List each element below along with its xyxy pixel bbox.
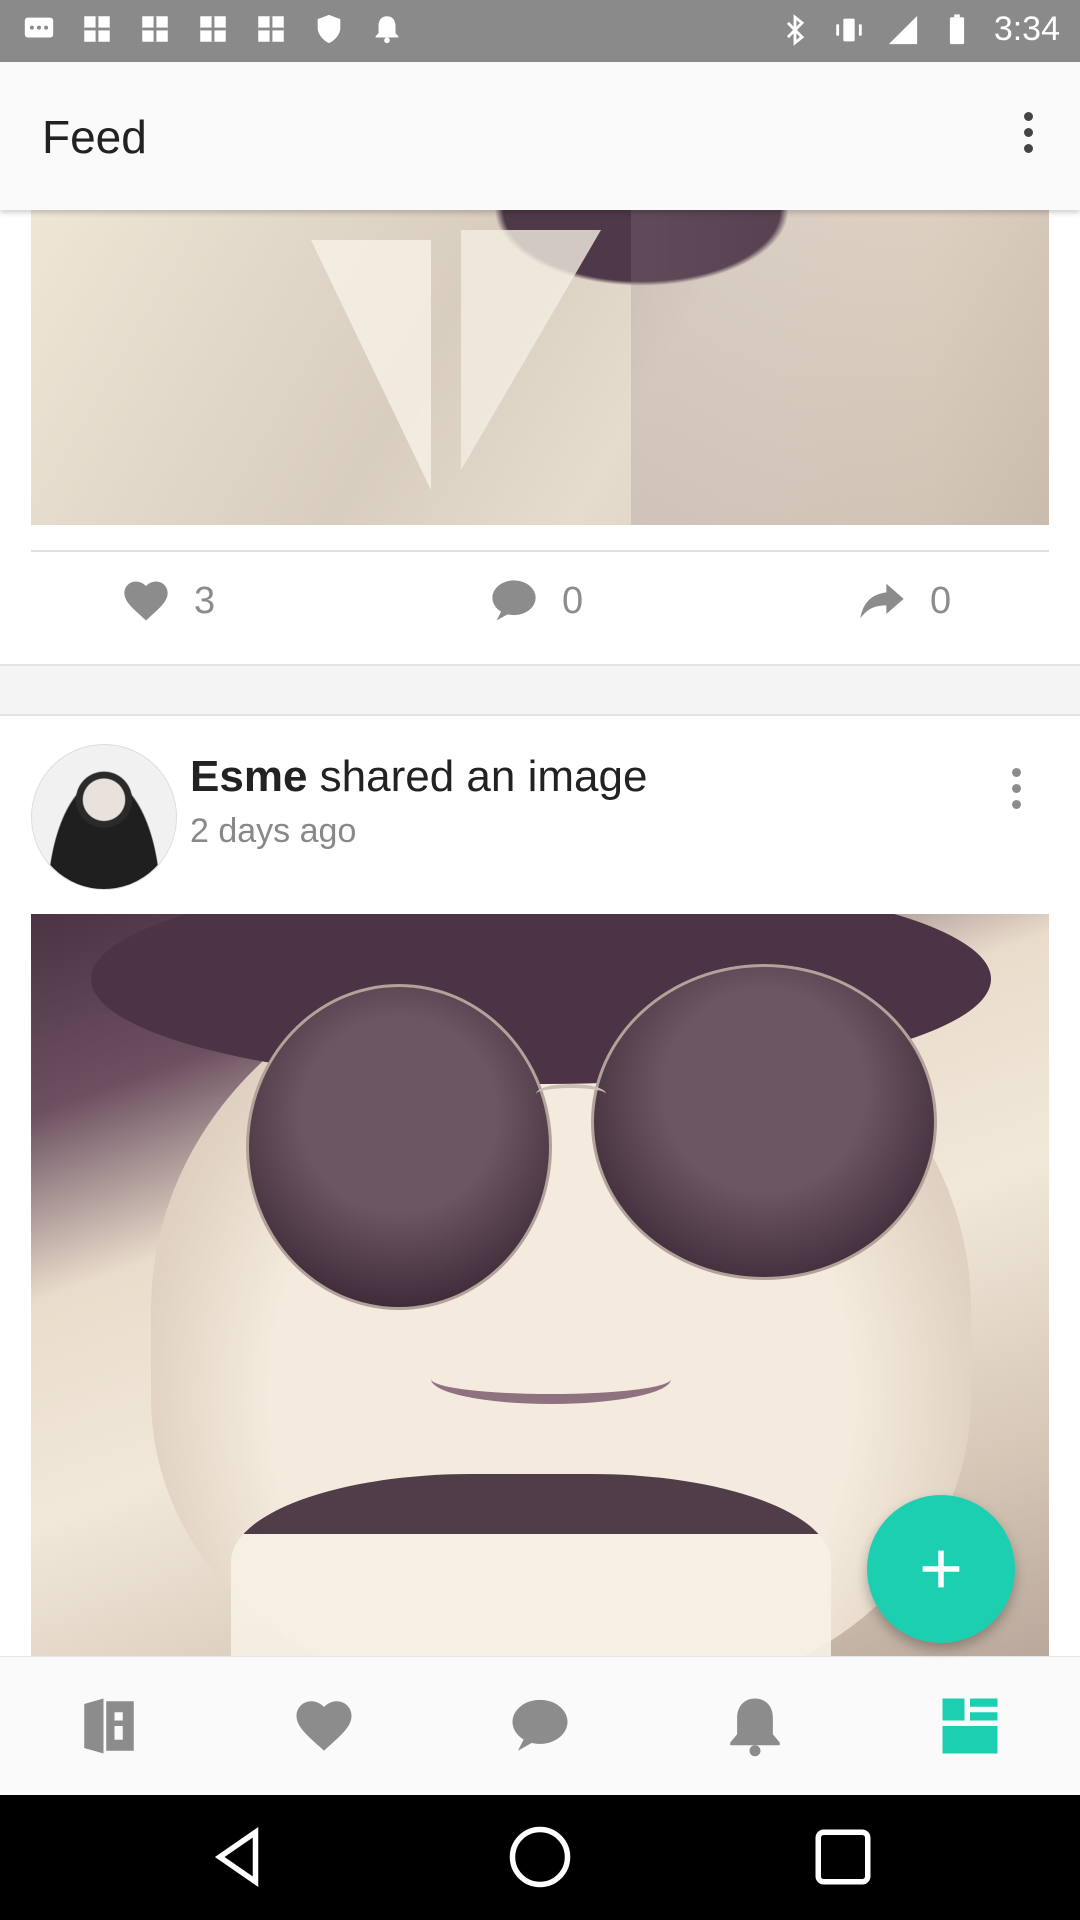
add-post-button[interactable] <box>867 1495 1015 1643</box>
app-bar: Feed <box>0 62 1080 210</box>
more-vert-icon-dot <box>1023 144 1033 153</box>
nav-messages[interactable] <box>505 1691 575 1761</box>
vibrate-icon <box>836 18 862 41</box>
image-detail <box>431 1354 671 1404</box>
comment-icon <box>492 580 536 621</box>
post-actions: 3 0 0 <box>0 575 1080 645</box>
message-icon <box>24 17 54 38</box>
nav-notifications[interactable] <box>720 1691 790 1761</box>
avatar[interactable] <box>31 744 177 890</box>
post-overflow-menu-button[interactable] <box>1004 768 1028 818</box>
bell-icon <box>730 1698 780 1757</box>
share-arrow-icon <box>860 583 904 619</box>
battery-icon <box>949 13 964 44</box>
more-vert-icon <box>1023 112 1033 121</box>
image-detail <box>536 1084 606 1104</box>
image-detail <box>461 230 601 470</box>
nav-feed[interactable] <box>935 1691 1005 1761</box>
shield-icon <box>317 14 341 44</box>
gallery-icon <box>200 16 226 42</box>
post-header: Esme shared an image 2 days ago <box>0 740 1080 890</box>
image-detail <box>591 964 937 1280</box>
nav-door[interactable] <box>74 1691 144 1761</box>
more-vert-icon-dot <box>1011 800 1021 809</box>
feed-icon <box>942 1698 998 1754</box>
signal-icon <box>888 15 917 44</box>
image-detail <box>311 240 431 490</box>
image-detail <box>631 210 931 525</box>
page-title: Feed <box>42 111 147 163</box>
gallery-icon <box>258 16 284 42</box>
post-timestamp: 2 days ago <box>190 812 357 850</box>
status-left-icons <box>22 12 404 46</box>
comment-button[interactable]: 0 <box>488 575 583 627</box>
heart-icon <box>124 581 168 621</box>
gallery-icon <box>142 16 168 42</box>
heart-icon <box>296 1701 352 1751</box>
status-right-icons: 3:34 <box>778 10 1060 49</box>
more-vert-icon-dot <box>1023 128 1033 137</box>
recents-icon[interactable] <box>810 1824 876 1890</box>
image-detail <box>231 1474 831 1656</box>
system-navigation-bar <box>0 1794 1080 1920</box>
feed-separator <box>0 664 1080 716</box>
plus-icon <box>922 1550 960 1588</box>
post-author[interactable]: Esme <box>190 752 307 801</box>
home-icon[interactable] <box>507 1824 573 1890</box>
overflow-menu-button[interactable] <box>1016 112 1040 160</box>
notification-bell-icon <box>375 16 399 44</box>
post-title: Esme shared an image <box>190 752 647 802</box>
chat-icon <box>512 1699 568 1751</box>
like-button[interactable]: 3 <box>120 575 215 627</box>
like-count: 3 <box>194 579 216 622</box>
divider <box>31 550 1049 552</box>
more-vert-icon-dot <box>1011 784 1021 793</box>
status-bar: 3:34 <box>0 0 1080 62</box>
share-count: 0 <box>930 579 952 622</box>
previous-post-image[interactable] <box>31 210 1049 525</box>
gallery-icon <box>84 16 110 42</box>
back-icon[interactable] <box>206 1824 272 1890</box>
more-vert-icon <box>1011 768 1021 777</box>
share-button[interactable]: 0 <box>856 575 951 627</box>
status-time: 3:34 <box>993 10 1060 48</box>
image-detail <box>246 984 552 1310</box>
comment-count: 0 <box>562 579 584 622</box>
post-action-text: shared an image <box>319 752 648 801</box>
door-icon <box>84 1698 134 1754</box>
nav-likes[interactable] <box>289 1691 359 1761</box>
bottom-navigation <box>0 1656 1080 1795</box>
bluetooth-icon <box>786 13 805 46</box>
